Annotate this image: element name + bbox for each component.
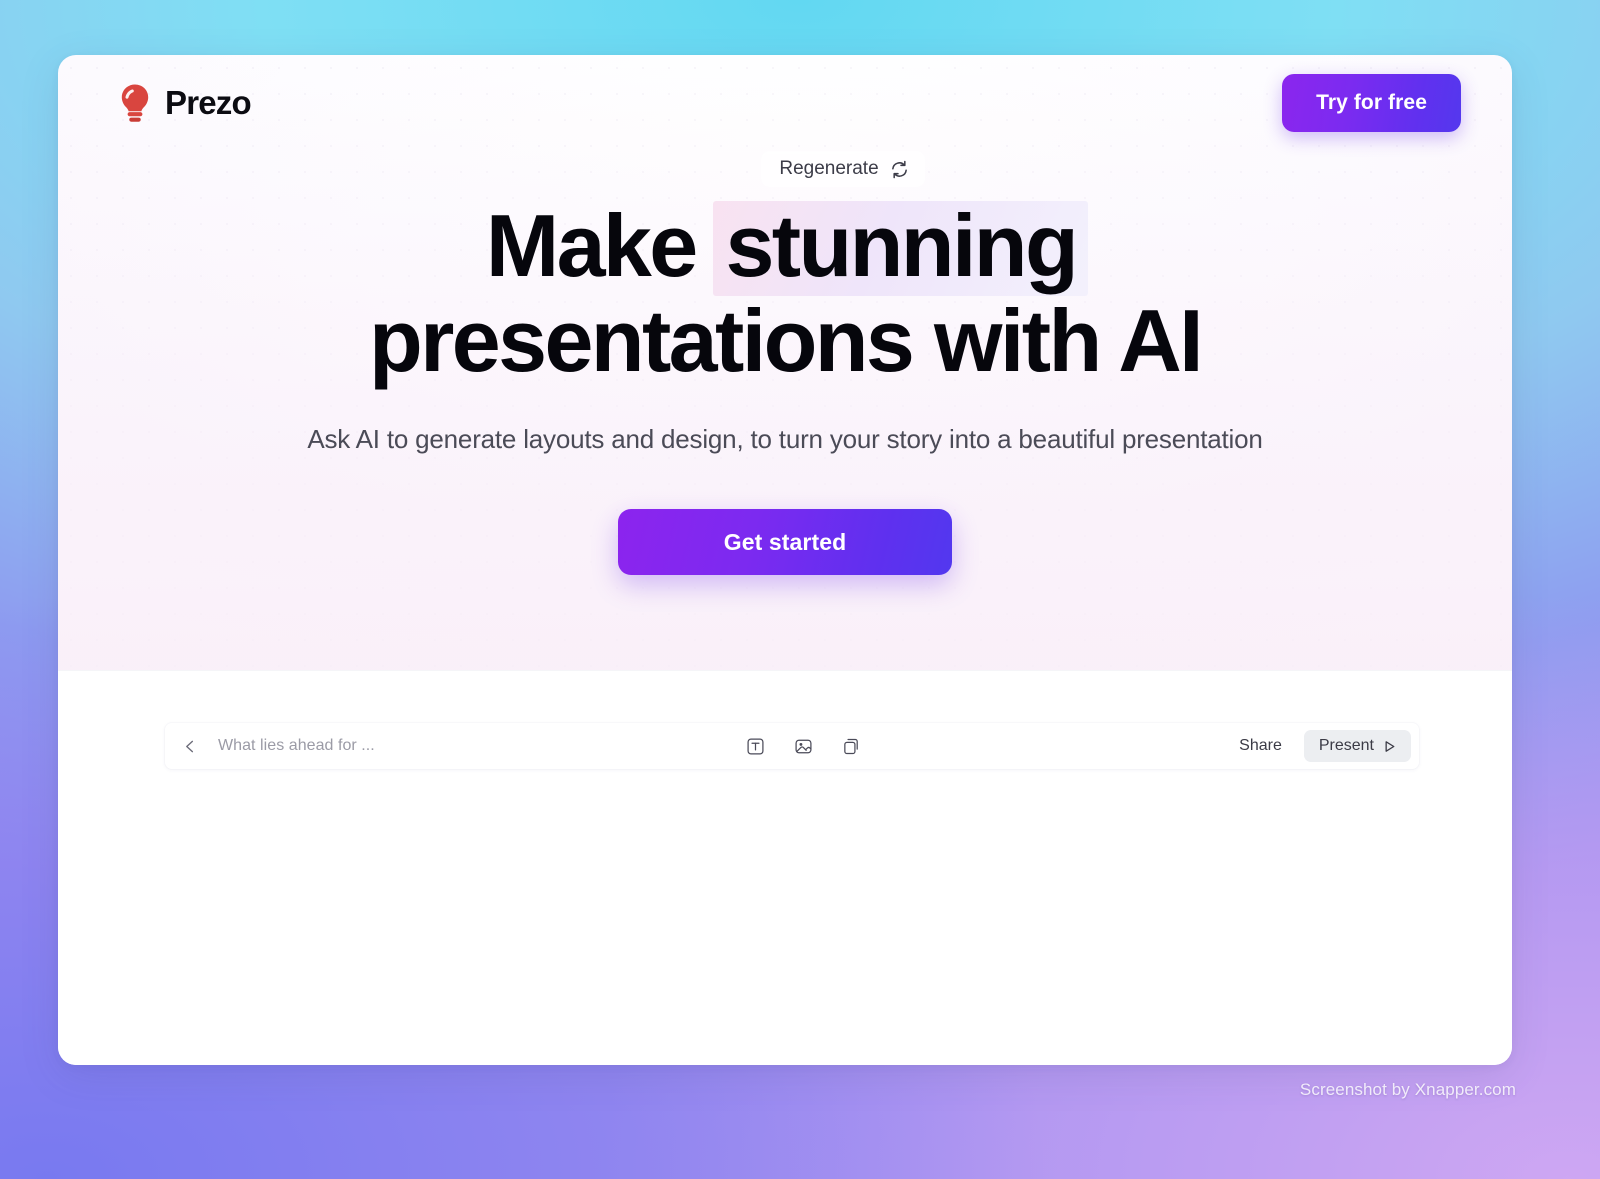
toolbar-left-group: What lies ahead for ... <box>165 736 375 756</box>
present-label: Present <box>1318 737 1374 754</box>
xnapper-watermark: Screenshot by Xnapper.com <box>1299 1080 1516 1099</box>
toolbar-tools-group <box>375 733 1233 759</box>
text-box-icon <box>747 737 764 755</box>
back-button[interactable] <box>180 736 200 756</box>
headline-text-after: presentations with AI <box>368 290 1204 390</box>
headline-highlighted-word: stunning <box>713 200 1089 296</box>
brand-name-label: Prezo <box>165 84 252 121</box>
get-started-button[interactable]: Get started <box>618 509 952 576</box>
text-tool-button[interactable] <box>743 733 769 759</box>
editor-toolbar: What lies ahead for ... Share Present <box>165 723 1419 769</box>
hero-subtitle: Ask AI to generate layouts and design, t… <box>307 424 1263 455</box>
shape-tool-button[interactable] <box>839 733 865 759</box>
image-tool-button[interactable] <box>791 733 817 759</box>
regenerate-label: Regenerate <box>779 158 879 179</box>
try-for-free-button[interactable]: Try for free <box>1282 74 1461 132</box>
deck-title-label: What lies ahead for ... <box>218 737 375 754</box>
play-triangle-icon <box>1385 740 1395 752</box>
app-window-card: Prezo Try for free Regenerate Make stunn… <box>58 55 1512 1065</box>
hero-section: Regenerate Make stunning presentations w… <box>58 151 1512 576</box>
lightbulb-icon <box>121 84 149 122</box>
brand-logo: Prezo <box>118 83 252 123</box>
toolbar-right-group: Share Present <box>1233 730 1419 762</box>
share-button[interactable]: Share <box>1233 732 1288 760</box>
page-title: Make stunning presentations with AI <box>58 200 1512 386</box>
top-navigation-bar: Prezo Try for free <box>58 55 1512 151</box>
present-button[interactable]: Present <box>1303 730 1411 762</box>
image-icon <box>795 739 812 753</box>
regenerate-button[interactable]: Regenerate <box>761 151 925 187</box>
chevron-left-icon <box>185 740 193 752</box>
shape-icon <box>844 738 859 754</box>
refresh-icon <box>891 160 907 178</box>
editor-panel: What lies ahead for ... Share Present <box>58 670 1512 1065</box>
headline-text-before: Make <box>485 196 698 295</box>
